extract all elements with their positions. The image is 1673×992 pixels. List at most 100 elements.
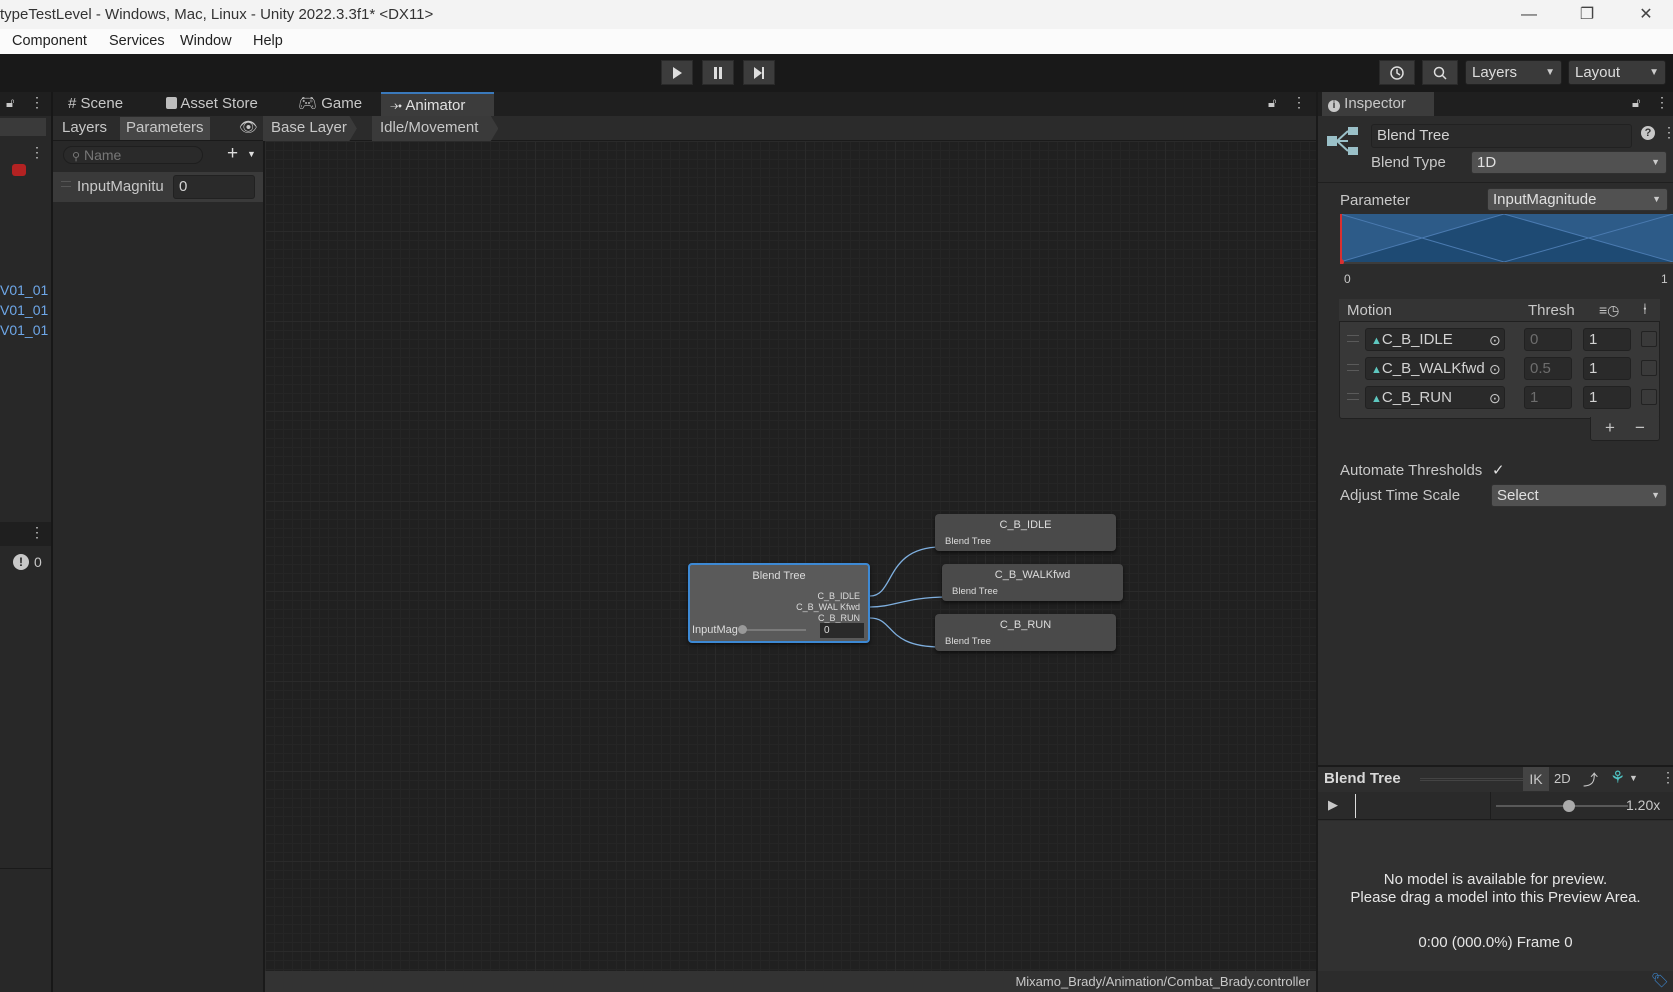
lock-icon[interactable]: 🔓︎ bbox=[1632, 95, 1640, 111]
hierarchy-item[interactable]: V01_01 bbox=[0, 322, 48, 338]
more-icon[interactable]: ⋮ bbox=[1655, 94, 1669, 111]
mirror-checkbox[interactable] bbox=[1641, 331, 1657, 347]
parameter-row[interactable]: InputMagnitu 0 bbox=[53, 172, 263, 202]
drag-handle[interactable] bbox=[1347, 393, 1359, 400]
pivot-icon[interactable]: ⤴ bbox=[1583, 769, 1598, 790]
more-icon[interactable]: ⋮ bbox=[1662, 124, 1673, 141]
restore-button[interactable]: ❐ bbox=[1565, 0, 1609, 29]
speed-slider-thumb[interactable] bbox=[1562, 800, 1575, 812]
layers-dropdown[interactable]: Layers ▼ bbox=[1465, 60, 1562, 85]
motion-row[interactable]: ▲C_B_RUN ⊙ 1 1 bbox=[1339, 385, 1657, 412]
2d-toggle[interactable]: 2D bbox=[1554, 771, 1571, 786]
parameters-subtab[interactable]: Parameters bbox=[120, 117, 210, 140]
more-icon[interactable]: ⋮ bbox=[30, 524, 44, 541]
avatar-icon[interactable]: ⚘ bbox=[1610, 768, 1625, 788]
blend-tree-node[interactable]: Blend Tree C_B_IDLE C_B_WAL Kfwd C_B_RUN… bbox=[688, 563, 870, 643]
layout-dropdown[interactable]: Layout ▼ bbox=[1568, 60, 1666, 85]
motion-row[interactable]: ▲C_B_IDLE ⊙ 0 1 bbox=[1339, 327, 1657, 354]
blend-position-marker[interactable] bbox=[1340, 214, 1342, 262]
tab-game[interactable]: 🎮︎ Game bbox=[292, 92, 368, 116]
clip-node-idle[interactable]: C_B_IDLE Blend Tree bbox=[935, 514, 1116, 551]
remove-motion-button[interactable]: − bbox=[1635, 418, 1645, 438]
layers-subtab[interactable]: Layers bbox=[62, 119, 107, 136]
parameter-search[interactable]: ⚲ Name bbox=[63, 146, 203, 164]
menu-window[interactable]: Window bbox=[180, 33, 232, 49]
chevron-down-icon[interactable]: ▼ bbox=[1629, 773, 1638, 783]
breadcrumb-idle-movement[interactable]: Idle/Movement bbox=[372, 116, 499, 141]
step-button[interactable] bbox=[743, 60, 775, 85]
connection-line bbox=[869, 546, 942, 597]
drag-handle[interactable] bbox=[1347, 364, 1359, 371]
close-button[interactable]: ✕ bbox=[1624, 0, 1668, 29]
object-picker-icon[interactable]: ⊙ bbox=[1489, 361, 1501, 378]
add-motion-button[interactable]: + bbox=[1605, 418, 1615, 438]
lock-icon[interactable]: 🔓︎ bbox=[6, 95, 14, 111]
warning-icon[interactable]: ! bbox=[13, 554, 29, 570]
breadcrumb-base-layer[interactable]: Base Layer bbox=[263, 116, 357, 141]
tab-asset-store[interactable]: Asset Store bbox=[160, 92, 264, 116]
hierarchy-search[interactable] bbox=[0, 118, 46, 136]
more-icon[interactable]: ⋮ bbox=[1661, 769, 1673, 786]
adjust-time-scale-dropdown[interactable]: Select ▼ bbox=[1491, 484, 1667, 507]
menu-component[interactable]: Component bbox=[12, 33, 87, 49]
chevron-down-icon: ▼ bbox=[1651, 157, 1660, 167]
help-icon[interactable]: ? bbox=[1641, 126, 1655, 140]
timeline-cursor[interactable] bbox=[1355, 794, 1356, 818]
mirror-checkbox[interactable] bbox=[1641, 360, 1657, 376]
parameter-name[interactable]: InputMagnitu bbox=[77, 178, 167, 195]
preview-area[interactable]: No model is available for preview. Pleas… bbox=[1318, 821, 1673, 971]
drag-handle[interactable] bbox=[1347, 335, 1359, 342]
ik-toggle[interactable]: IK bbox=[1523, 767, 1549, 791]
chevron-down-icon[interactable]: ▼ bbox=[247, 149, 256, 159]
object-picker-icon[interactable]: ⊙ bbox=[1489, 390, 1501, 407]
blend-graph[interactable] bbox=[1340, 214, 1673, 264]
menu-help[interactable]: Help bbox=[253, 33, 283, 49]
automate-thresholds-checkbox[interactable]: ✓ bbox=[1492, 461, 1505, 479]
motion-clip-field[interactable]: ▲C_B_RUN bbox=[1365, 386, 1505, 409]
add-parameter-button[interactable]: + bbox=[227, 143, 238, 165]
tab-scene[interactable]: # Scene bbox=[62, 92, 129, 116]
tab-animator[interactable]: ⤞ Animator bbox=[381, 92, 494, 116]
hierarchy-item[interactable]: V01_01 bbox=[0, 302, 48, 318]
blend-tree-name-field[interactable]: Blend Tree bbox=[1371, 124, 1632, 148]
node-param-field[interactable]: 0 bbox=[820, 623, 864, 638]
clip-node-run[interactable]: C_B_RUN Blend Tree bbox=[935, 614, 1116, 651]
lock-icon[interactable]: 🔓︎ bbox=[1268, 95, 1276, 111]
tab-inspector[interactable]: i Inspector bbox=[1322, 92, 1434, 116]
main-toolbar bbox=[0, 54, 1673, 92]
threshold-field[interactable]: 0 bbox=[1524, 328, 1572, 351]
search-button[interactable] bbox=[1422, 60, 1458, 85]
controller-path: Mixamo_Brady/Animation/Combat_Brady.cont… bbox=[1015, 974, 1310, 989]
minimize-button[interactable]: — bbox=[1507, 0, 1551, 29]
parameter-dropdown[interactable]: InputMagnitude ▼ bbox=[1487, 188, 1668, 211]
history-button[interactable] bbox=[1379, 60, 1415, 85]
divider bbox=[0, 868, 51, 869]
time-scale-field[interactable]: 1 bbox=[1583, 357, 1631, 380]
hierarchy-item[interactable]: V01_01 bbox=[0, 282, 48, 298]
time-scale-field[interactable]: 1 bbox=[1583, 386, 1631, 409]
threshold-field[interactable]: 1 bbox=[1524, 386, 1572, 409]
node-slider-track[interactable] bbox=[742, 629, 806, 631]
node-slider-handle[interactable] bbox=[738, 625, 747, 634]
menu-services[interactable]: Services bbox=[109, 33, 165, 49]
preview-drag-bar[interactable] bbox=[1420, 778, 1532, 781]
preview-play-button[interactable]: ▶ bbox=[1328, 797, 1338, 813]
eye-icon[interactable]: 👁︎ bbox=[239, 118, 258, 136]
more-icon[interactable]: ⋮ bbox=[1292, 94, 1306, 111]
more-icon[interactable]: ⋮ bbox=[30, 94, 44, 111]
motion-clip-field[interactable]: ▲C_B_IDLE bbox=[1365, 328, 1505, 351]
time-scale-field[interactable]: 1 bbox=[1583, 328, 1631, 351]
clip-node-walk[interactable]: C_B_WALKfwd Blend Tree bbox=[942, 564, 1123, 601]
drag-handle[interactable] bbox=[61, 181, 71, 187]
mirror-checkbox[interactable] bbox=[1641, 389, 1657, 405]
more-icon[interactable]: ⋮ bbox=[30, 144, 44, 161]
motion-row[interactable]: ▲C_B_WALKfwd ⊙ 0.5 1 bbox=[1339, 356, 1657, 383]
pause-button[interactable] bbox=[702, 60, 734, 85]
object-picker-icon[interactable]: ⊙ bbox=[1489, 332, 1501, 349]
parameter-value-field[interactable]: 0 bbox=[173, 175, 255, 199]
threshold-field[interactable]: 0.5 bbox=[1524, 357, 1572, 380]
play-button[interactable] bbox=[661, 60, 693, 85]
motion-clip-field[interactable]: ▲C_B_WALKfwd bbox=[1365, 357, 1505, 380]
blend-type-dropdown[interactable]: 1D ▼ bbox=[1471, 151, 1667, 174]
tag-icon[interactable]: 🏷︎ bbox=[1651, 972, 1669, 989]
